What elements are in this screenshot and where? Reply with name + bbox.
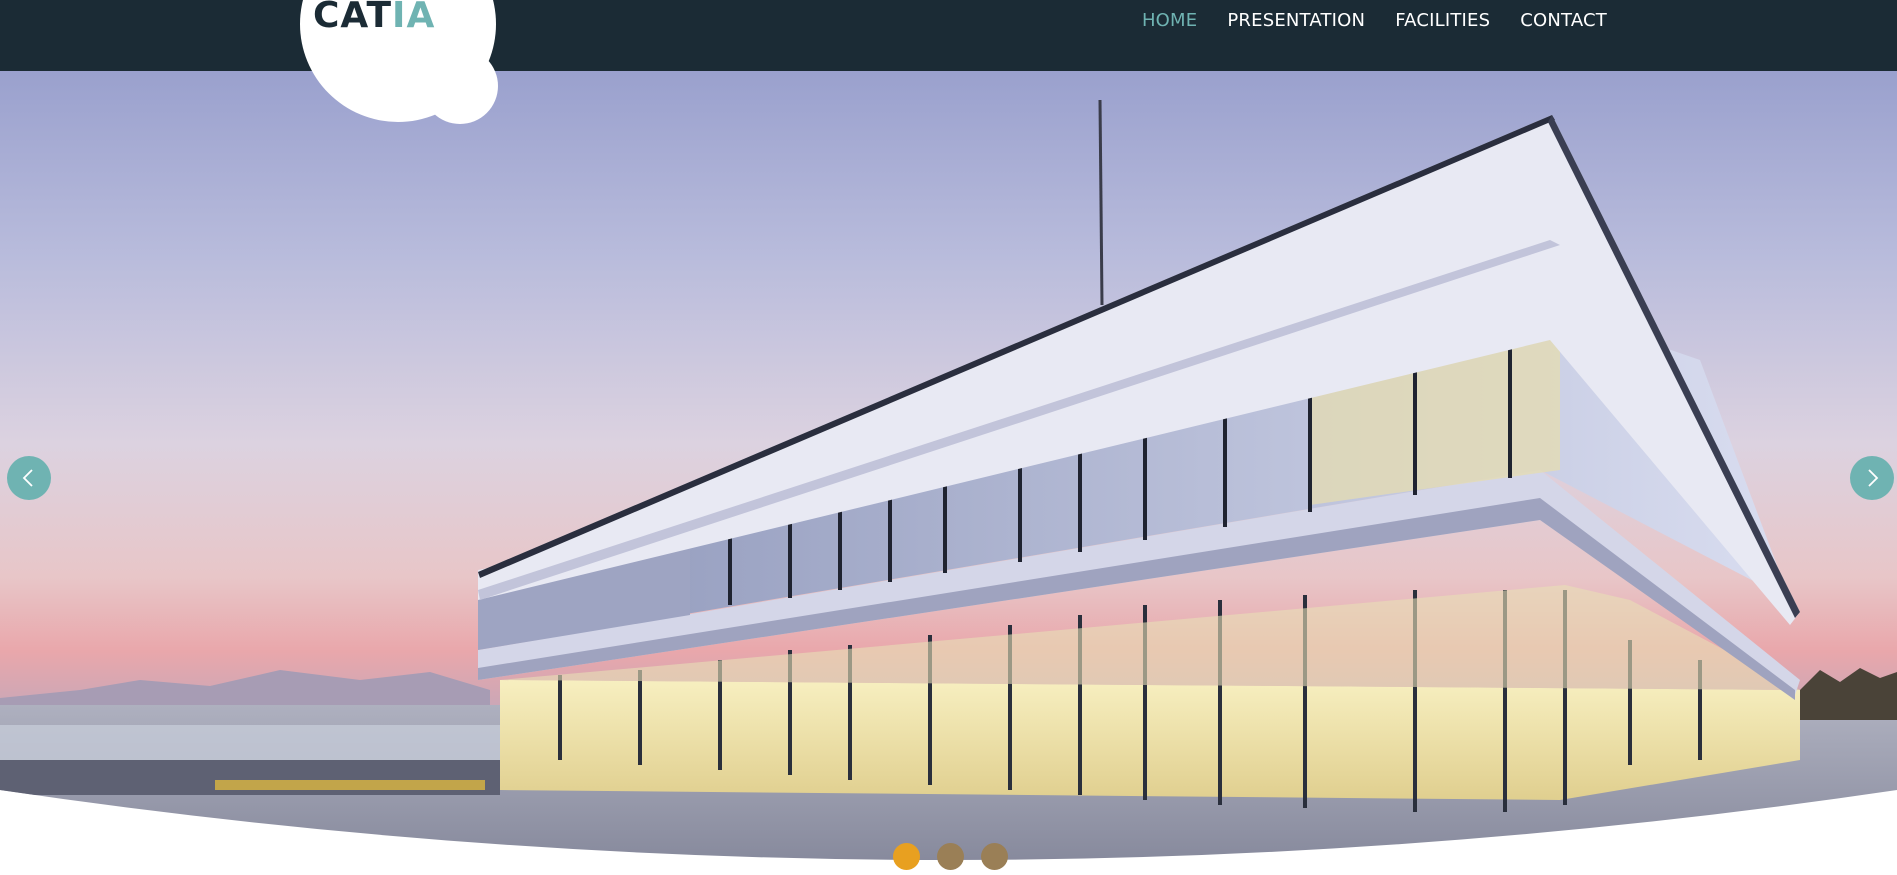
slider-prev-button[interactable] [7, 456, 51, 500]
chevron-right-icon [1868, 469, 1879, 487]
hero-slider [0, 0, 1897, 875]
nav-item-home[interactable]: HOME [1142, 9, 1197, 33]
slider-dot-1[interactable] [893, 843, 920, 870]
logo-wordmark: CATIA [313, 0, 435, 34]
nav-item-contact[interactable]: CONTACT [1520, 9, 1607, 33]
nav-item-presentation[interactable]: PRESENTATION [1227, 9, 1365, 33]
chevron-left-icon [22, 469, 33, 487]
slider-pagination [893, 843, 1008, 870]
slider-next-button[interactable] [1850, 456, 1894, 500]
nav-item-facilities[interactable]: FACILITIES [1395, 9, 1490, 33]
main-navigation: HOME PRESENTATION FACILITIES CONTACT [1142, 9, 1607, 33]
site-logo[interactable]: CATIA [300, 0, 500, 130]
header-bar [0, 0, 1897, 71]
slider-dot-3[interactable] [981, 843, 1008, 870]
logo-text-dark: CAT [313, 0, 393, 36]
slider-dot-2[interactable] [937, 843, 964, 870]
hero-slide-image [0, 0, 1897, 860]
logo-text-accent: IA [392, 0, 436, 36]
